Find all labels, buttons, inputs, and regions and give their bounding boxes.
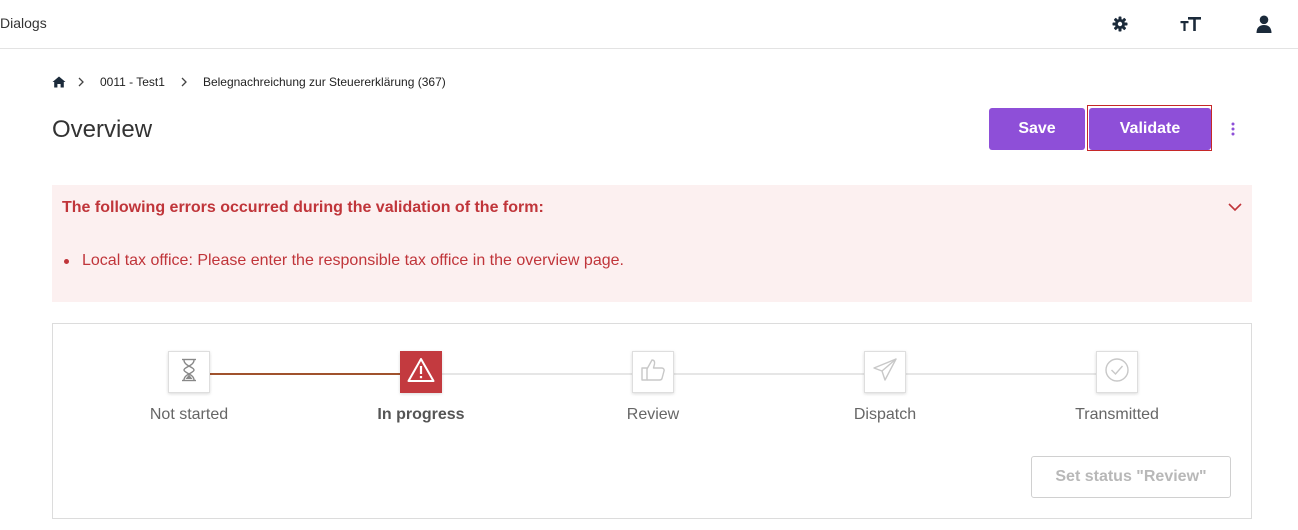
step-transmitted: Transmitted [1037,351,1197,424]
bullet-icon [64,258,69,264]
chevron-right-icon [181,77,187,87]
validation-error-panel: The following errors occurred during the… [52,185,1252,302]
validate-button[interactable]: Validate [1089,108,1211,150]
step-dispatch: Dispatch [805,351,965,424]
step-label: In progress [377,406,465,423]
more-vertical-icon[interactable] [1226,118,1240,140]
user-icon[interactable] [1252,12,1276,36]
step-icon-box [864,351,906,393]
paper-plane-icon [872,357,898,388]
step-icon-box [168,351,210,393]
status-stepper-card: Not started In progress Review Dispatch … [52,323,1252,519]
text-size-icon[interactable] [1179,12,1203,36]
chevron-right-icon [78,77,84,87]
progress-line-remaining [421,373,1117,375]
warning-icon [407,357,435,388]
hourglass-icon [179,358,199,387]
error-item: Local tax office: Please enter the respo… [64,252,624,270]
step-label: Transmitted [1075,406,1159,423]
breadcrumb: 0011 - Test1 Belegnachreichung zur Steue… [52,74,450,90]
set-status-review-button[interactable]: Set status "Review" [1031,456,1231,498]
home-icon[interactable] [52,76,66,88]
error-panel-title: The following errors occurred during the… [62,199,544,216]
step-icon-box [1096,351,1138,393]
breadcrumb-item-test1[interactable]: 0011 - Test1 [100,75,165,89]
step-review: Review [573,351,733,424]
page-title: Overview [52,116,153,143]
breadcrumb-item-current: Belegnachreichung zur Steuererklärung (3… [202,75,446,89]
step-icon-box [632,351,674,393]
check-circle-icon [1104,357,1130,388]
step-not-started: Not started [109,351,269,424]
step-in-progress: In progress [341,351,501,424]
app-title: Dialogs [0,15,47,31]
step-icon-box [400,351,442,393]
step-label: Review [626,406,680,423]
chevron-down-icon[interactable] [1227,199,1243,215]
error-item-text: Local tax office: Please enter the respo… [82,252,624,269]
gear-icon[interactable] [1108,12,1132,36]
step-label: Dispatch [853,406,917,423]
thumbs-up-icon [640,357,666,388]
step-label: Not started [149,406,229,423]
top-bar: Dialogs [0,0,1298,49]
error-list: Local tax office: Please enter the respo… [64,252,624,270]
save-button[interactable]: Save [989,108,1085,150]
